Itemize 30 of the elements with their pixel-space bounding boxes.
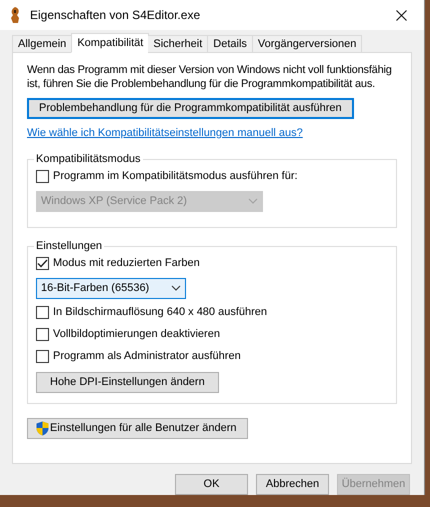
- checkbox-label: Vollbildoptimierungen deaktivieren: [53, 327, 220, 342]
- checkbox[interactable]: [36, 350, 49, 363]
- chevron-icon: [171, 285, 181, 291]
- tab[interactable]: Vorgängerversionen: [252, 35, 362, 53]
- checkbox[interactable]: [36, 306, 49, 319]
- all-users-button[interactable]: Einstellungen für alle Benutzer ändern: [27, 418, 248, 438]
- checkbox-label: Programm als Administrator ausführen: [53, 349, 241, 364]
- tab[interactable]: Kompatibilität: [71, 33, 150, 53]
- app-icon: [8, 6, 22, 24]
- shield-icon: [36, 420, 49, 436]
- troubleshoot-button[interactable]: Problembehandlung für die Programmkompatibilität ausführen: [27, 98, 354, 119]
- intro-text: Wenn das Programm mit dieser Version von Windows nicht voll funktionsfähig ist, führen Sie die Problembehandlung für die Programmkompatibilität aus.: [27, 63, 393, 91]
- checkbox-label: Modus mit reduzierten Farben: [53, 256, 200, 272]
- dialog-button[interactable]: Abbrechen: [256, 474, 329, 495]
- dropdown[interactable]: 16-Bit-Farben (65536): [36, 278, 186, 298]
- tab[interactable]: Details: [208, 35, 253, 53]
- window-title: Eigenschaften von S4Editor.exe: [30, 7, 202, 24]
- checkbox[interactable]: [36, 257, 49, 270]
- checkbox-label: In Bildschirmauflösung 640 x 480 ausführen: [53, 305, 268, 320]
- dpi-settings-button[interactable]: Hohe DPI-Einstellungen ändern: [36, 372, 219, 392]
- tab[interactable]: Allgemein: [12, 35, 72, 53]
- checkmark-icon: [37, 259, 48, 268]
- manual-settings-link[interactable]: Wie wähle ich Kompatibilitätseinstellungen manuell aus?: [27, 125, 303, 142]
- checkbox[interactable]: [36, 170, 49, 183]
- checkbox-label: Programm im Kompatibilitätsmodus ausführen für:: [53, 169, 298, 184]
- tab[interactable]: Sicherheit: [148, 35, 208, 53]
- checkbox[interactable]: [36, 328, 49, 341]
- chevron-icon: [248, 198, 258, 204]
- dialog-button[interactable]: OK: [175, 474, 248, 495]
- close-icon: [396, 10, 406, 20]
